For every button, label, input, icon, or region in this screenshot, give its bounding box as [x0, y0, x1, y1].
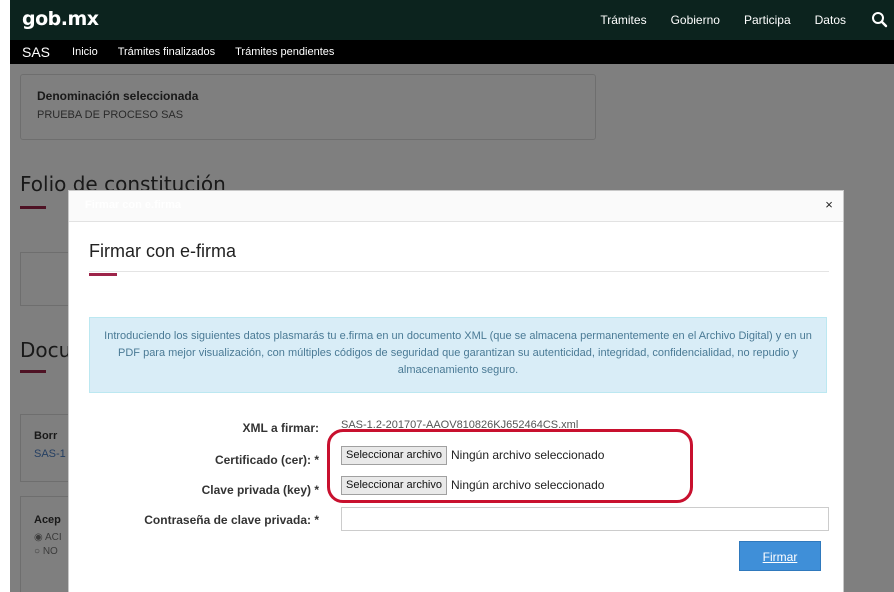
- password-label: Contraseña de clave privada: *: [144, 513, 319, 527]
- subnav-link-tramites-pendientes[interactable]: Trámites pendientes: [235, 46, 334, 58]
- xml-label: XML a firmar:: [242, 421, 319, 435]
- certificado-label: Certificado (cer): *: [214, 453, 319, 467]
- nav-link-participa[interactable]: Participa: [744, 13, 791, 27]
- close-icon[interactable]: ×: [821, 197, 837, 213]
- info-alert: Introduciendo los siguientes datos plasm…: [89, 317, 827, 393]
- modal-header-title: Firmar con e.firma: [85, 199, 181, 211]
- title-accent-bar: [89, 273, 117, 276]
- clave-privada-label: Clave privada (key) *: [201, 483, 319, 497]
- nav-link-datos[interactable]: Datos: [815, 13, 846, 27]
- nav-link-gobierno[interactable]: Gobierno: [671, 13, 720, 27]
- subnav-link-inicio[interactable]: Inicio: [72, 46, 98, 58]
- sub-navigation: SAS Inicio Trámites finalizados Trámites…: [10, 40, 894, 64]
- search-icon[interactable]: [870, 10, 890, 30]
- brand-logo[interactable]: gob.mx: [22, 8, 99, 30]
- nav-link-tramites[interactable]: Trámites: [600, 13, 646, 27]
- file-inputs-highlight: [327, 429, 693, 503]
- subnav-section-sas[interactable]: SAS: [22, 44, 50, 60]
- left-margin: [0, 0, 10, 592]
- firma-modal: Firmar con e.firma × Firmar con e-firma …: [68, 190, 844, 592]
- info-alert-text: Introduciendo los siguientes datos plasm…: [104, 330, 812, 376]
- subnav-link-tramites-finalizados[interactable]: Trámites finalizados: [118, 46, 215, 58]
- modal-title: Firmar con e-firma: [89, 241, 237, 261]
- title-divider: [89, 271, 829, 272]
- firmar-button[interactable]: Firmar: [739, 541, 821, 571]
- top-nav-links: Trámites Gobierno Participa Datos: [600, 0, 894, 40]
- modal-header: Firmar con e.firma ×: [69, 191, 843, 222]
- page: gob.mx Trámites Gobierno Participa Datos…: [10, 0, 894, 592]
- password-input[interactable]: [341, 507, 829, 531]
- top-navigation: gob.mx Trámites Gobierno Participa Datos: [10, 0, 894, 40]
